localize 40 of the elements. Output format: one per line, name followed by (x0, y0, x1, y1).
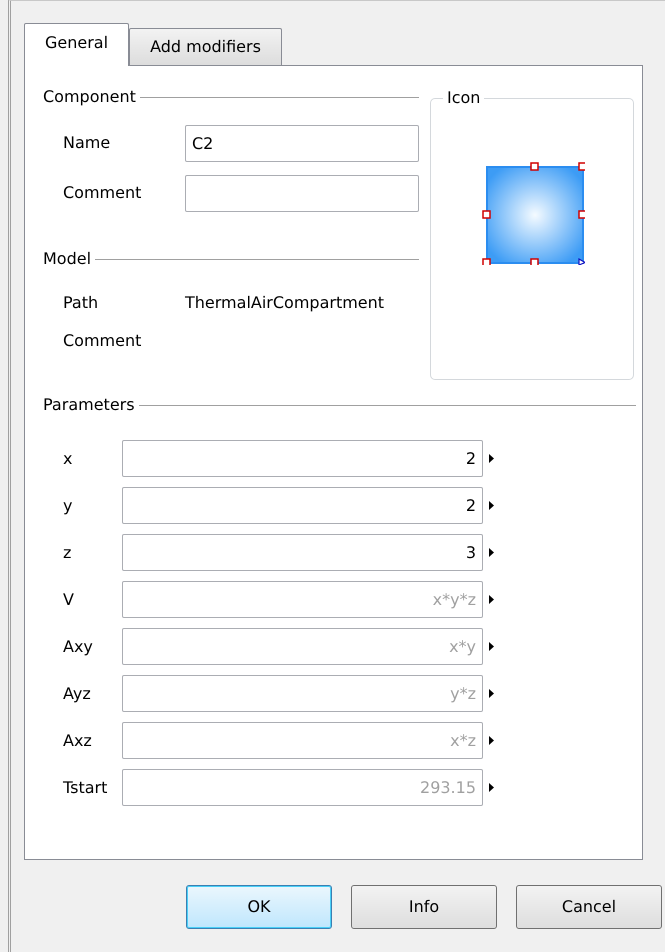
parameter-field[interactable]: 2 (122, 440, 483, 477)
field-value: ThermalAirCompartment (185, 292, 384, 314)
menu-arrow-icon[interactable] (489, 642, 494, 651)
dialog-button[interactable]: Info (351, 885, 497, 929)
menu-arrow-icon[interactable] (489, 501, 494, 510)
menu-arrow-icon[interactable] (489, 595, 494, 604)
text-field[interactable]: C2 (185, 124, 419, 162)
parameter-field[interactable]: x*z (122, 722, 483, 759)
parameter-label: y (62, 494, 74, 516)
text-field[interactable] (185, 174, 419, 212)
parameter-label: Ayz (62, 682, 92, 704)
parameter-label: Axy (62, 636, 94, 658)
component-icon (481, 161, 585, 265)
section-title: Model (43, 248, 92, 270)
parameter-field[interactable]: x*y (122, 628, 483, 665)
parameter-label: x (62, 448, 74, 470)
dialog-button[interactable]: Cancel (516, 885, 662, 929)
section-title: Component (43, 86, 136, 108)
menu-arrow-icon[interactable] (489, 736, 494, 745)
parameter-field[interactable]: y*z (122, 675, 483, 712)
parameter-label: z (62, 542, 72, 564)
parameter-field[interactable]: 3 (122, 534, 483, 571)
tab[interactable]: Add modifiers (129, 28, 282, 65)
field-label: Comment (62, 330, 142, 352)
menu-arrow-icon[interactable] (489, 783, 494, 792)
parameter-label: Axz (62, 730, 93, 752)
parameter-field[interactable]: 293.15 (122, 769, 483, 806)
tab[interactable]: General (24, 23, 130, 66)
field-label: Comment (62, 182, 142, 204)
field-label: Name (62, 132, 112, 154)
parameter-field[interactable]: x*y*z (122, 581, 483, 618)
menu-arrow-icon[interactable] (489, 689, 494, 698)
section-title: Parameters (43, 394, 135, 416)
parameter-label: Tstart (62, 776, 108, 798)
dialog-button[interactable]: OK (186, 885, 332, 929)
parameter-label: V (62, 588, 75, 610)
parameter-field[interactable]: 2 (122, 487, 483, 524)
field-label: Path (62, 292, 100, 314)
menu-arrow-icon[interactable] (489, 548, 494, 557)
menu-arrow-icon[interactable] (489, 454, 494, 463)
